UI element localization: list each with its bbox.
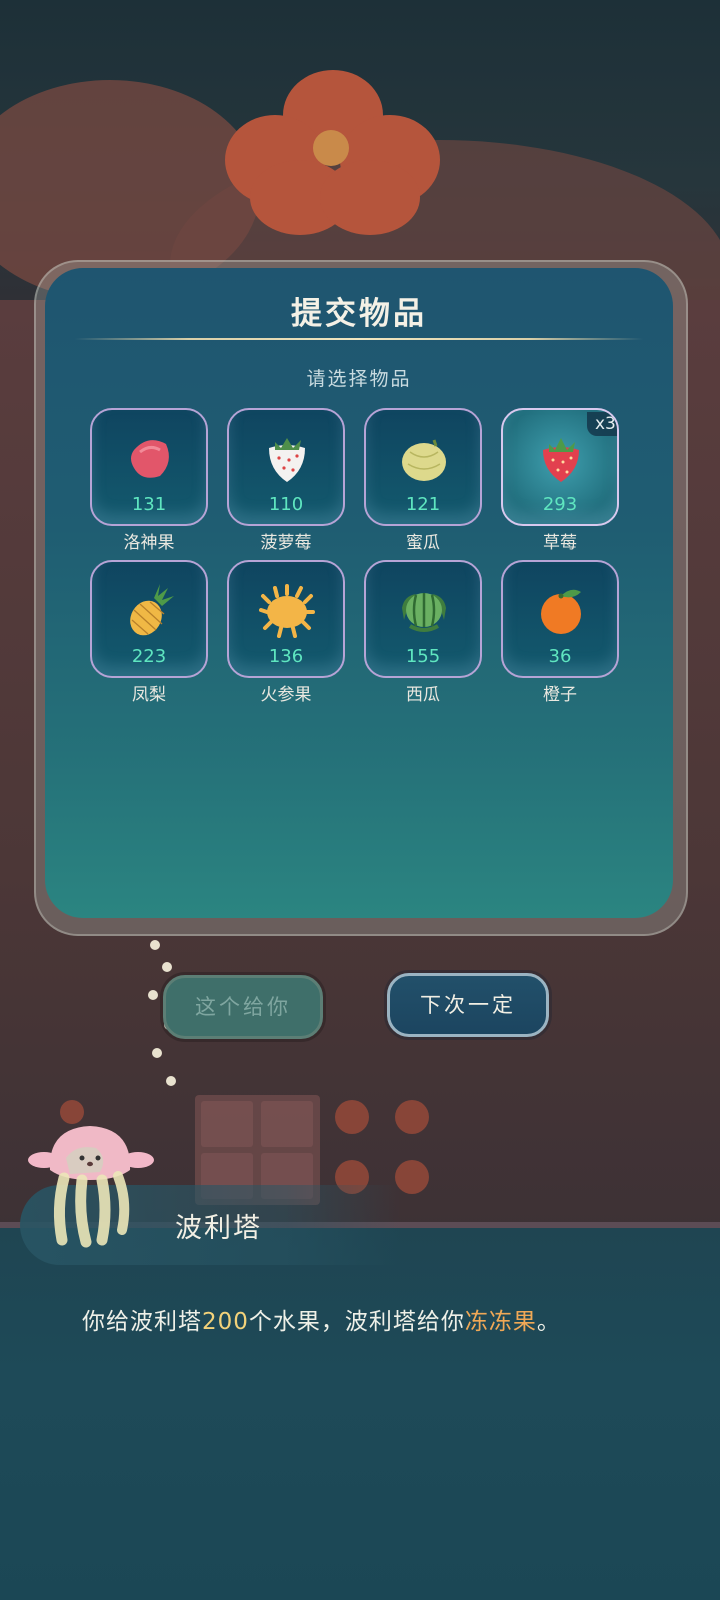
panel-subtitle: 请选择物品 — [306, 368, 412, 390]
item-slot-kiwano[interactable]: 136 火参果 — [227, 560, 345, 712]
item-slot-strawberry[interactable]: 293 x37 草莓 — [501, 408, 619, 560]
background-bloom — [395, 1160, 429, 1194]
item-slot-watermelon[interactable]: 155 西瓜 — [364, 560, 482, 712]
orange-icon — [541, 589, 581, 634]
background-flower — [225, 70, 440, 235]
fruit-amount: 200 — [202, 1309, 249, 1335]
quantity-badge: x37 — [587, 412, 617, 436]
honeydew-melon-icon — [402, 439, 446, 481]
pineapple-icon — [130, 584, 174, 636]
strawberry-icon — [543, 438, 579, 482]
speaker-name: 波利塔 — [175, 1213, 262, 1244]
kiwano-icon — [259, 584, 315, 638]
panel-title: 提交物品 — [291, 296, 427, 332]
next-time-button[interactable]: 下次一定 — [387, 973, 549, 1037]
item-slot-roselle[interactable]: 131 洛神果 — [90, 408, 208, 560]
jellyfish-avatar — [28, 1126, 154, 1248]
give-this-button[interactable]: 这个给你 — [163, 975, 323, 1039]
roselle-icon — [131, 440, 169, 478]
background-bloom — [335, 1100, 369, 1134]
watermelon-icon — [402, 593, 446, 632]
item-slot-honeydew[interactable]: 121 蜜瓜 — [364, 408, 482, 560]
item-slot-pineapple[interactable]: 223 凤梨 — [90, 560, 208, 712]
dialog-box[interactable] — [0, 1228, 720, 1600]
title-divider — [75, 338, 643, 340]
item-slot-orange[interactable]: 36 橙子 — [501, 560, 619, 712]
submit-items-panel: 提交物品 请选择物品 131 洛神果 110 菠萝莓 121 蜜瓜 293 x3… — [45, 268, 673, 918]
item-slot-pineberry[interactable]: 110 菠萝莓 — [227, 408, 345, 560]
reward-item-name: 冻冻果 — [464, 1309, 537, 1335]
pineberry-icon — [269, 438, 305, 482]
background-bloom — [395, 1100, 429, 1134]
dialog-text: 你给波利塔200个水果，波利塔给你冻冻果。 — [82, 1309, 561, 1335]
